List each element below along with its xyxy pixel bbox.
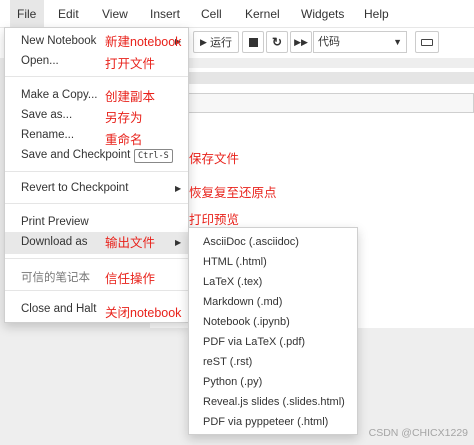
file-menu: New Notebook ▶ Open... Make a Copy... Sa… [4, 27, 189, 323]
annotation-save: 保存文件 [189, 152, 240, 166]
menu-cell[interactable]: Cell [201, 0, 222, 28]
notebook-cell[interactable] [186, 93, 474, 113]
menu-widgets[interactable]: Widgets [301, 0, 344, 28]
download-option-asciidoc[interactable]: AsciiDoc (.asciidoc) [203, 236, 299, 248]
menu-help[interactable]: Help [364, 0, 389, 28]
chevron-down-icon: ▼ [393, 37, 402, 47]
watermark: CSDN @CHICX1229 [368, 427, 468, 439]
command-palette-button[interactable] [415, 31, 439, 53]
caret-right-icon: ▶ [175, 238, 182, 247]
download-option-revealjs[interactable]: Reveal.js slides (.slides.html) [203, 396, 345, 408]
annotation-open: 打开文件 [105, 57, 156, 71]
download-option-rest[interactable]: reST (.rst) [203, 356, 252, 368]
cell-type-value: 代码 [318, 36, 340, 48]
download-option-pdf-pyppeteer[interactable]: PDF via pyppeteer (.html) [203, 416, 328, 428]
download-option-html[interactable]: HTML (.html) [203, 256, 267, 268]
run-label: 运行 [209, 37, 232, 49]
menu-item-new-notebook[interactable]: New Notebook [21, 35, 96, 47]
menu-item-save-checkpoint[interactable]: Save and Checkpoint [21, 149, 130, 161]
menu-edit[interactable]: Edit [58, 0, 79, 28]
stop-icon [248, 37, 258, 47]
annotation-revert: 恢复复至还原点 [189, 186, 277, 200]
menu-kernel[interactable]: Kernel [245, 0, 280, 28]
notebook-header-strip [186, 72, 474, 84]
restart-run-all-button[interactable]: ▶▶ [290, 31, 312, 53]
annotation-copy: 创建副本 [105, 90, 156, 104]
interrupt-button[interactable] [242, 31, 264, 53]
menu-item-download-as[interactable]: Download as [21, 236, 87, 248]
menu-view[interactable]: View [102, 0, 128, 28]
menu-insert[interactable]: Insert [150, 0, 180, 28]
play-icon: ▶ [200, 36, 207, 47]
annotation-trust: 信任操作 [105, 272, 156, 286]
menu-file[interactable]: File [10, 0, 44, 28]
annotation-new: 新建notebook [105, 35, 182, 49]
download-option-notebook[interactable]: Notebook (.ipynb) [203, 316, 290, 328]
annotation-close: 关闭notebook [105, 306, 182, 320]
fast-forward-icon: ▶▶ [294, 36, 308, 47]
annotation-download: 输出文件 [105, 236, 156, 250]
download-option-markdown[interactable]: Markdown (.md) [203, 296, 282, 308]
menu-item-open[interactable]: Open... [21, 55, 59, 67]
annotation-rename: 重命名 [105, 133, 143, 147]
menu-item-revert-checkpoint[interactable]: Revert to Checkpoint [21, 182, 128, 194]
menu-item-print-preview[interactable]: Print Preview [21, 216, 89, 228]
keyboard-icon [421, 38, 433, 46]
download-option-pdf-latex[interactable]: PDF via LaTeX (.pdf) [203, 336, 305, 348]
annotation-print: 打印预览 [189, 213, 240, 227]
run-button[interactable]: ▶ 运行 [193, 31, 239, 53]
menubar: File Edit View Insert Cell Kernel Widget… [0, 0, 474, 28]
menu-item-trusted-notebook[interactable]: 可信的笔记本 [21, 269, 90, 285]
menu-divider [5, 258, 188, 259]
menu-divider [5, 76, 188, 77]
menu-item-rename[interactable]: Rename... [21, 129, 74, 141]
annotation-saveas: 另存为 [105, 111, 143, 125]
download-submenu: AsciiDoc (.asciidoc) HTML (.html) LaTeX … [188, 227, 358, 435]
download-option-python[interactable]: Python (.py) [203, 376, 262, 388]
menu-divider [5, 290, 188, 291]
shortcut-badge: Ctrl-S [134, 149, 173, 163]
menu-item-close-halt[interactable]: Close and Halt [21, 303, 96, 315]
restart-icon: ↻ [271, 35, 283, 49]
cell-type-select[interactable]: 代码 ▼ [313, 31, 407, 53]
restart-button[interactable]: ↻ [266, 31, 288, 53]
menu-item-make-copy[interactable]: Make a Copy... [21, 89, 98, 101]
menu-divider [5, 171, 188, 172]
menu-divider [5, 203, 188, 204]
download-option-latex[interactable]: LaTeX (.tex) [203, 276, 262, 288]
caret-right-icon: ▶ [175, 184, 182, 193]
menu-item-save-as[interactable]: Save as... [21, 109, 72, 121]
